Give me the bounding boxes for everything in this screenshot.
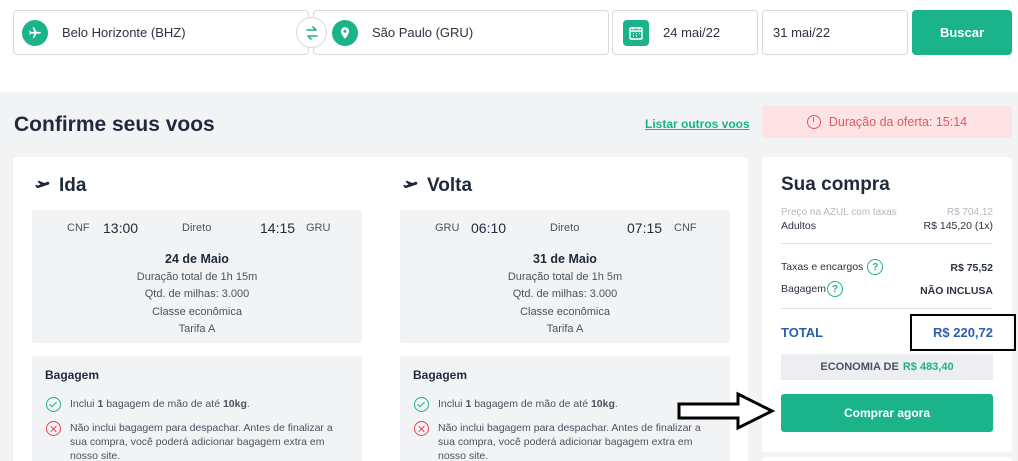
outbound-date: 24 de Maio bbox=[165, 252, 229, 266]
outbound-title: Ida bbox=[33, 175, 86, 197]
inbound-bag-excluded: Não inclui bagagem para despachar. Antes… bbox=[414, 421, 719, 461]
inbound-depart-time: 06:10 bbox=[471, 220, 507, 236]
swap-arrows-icon bbox=[305, 25, 318, 40]
inbound-arrive-time: 07:15 bbox=[627, 220, 663, 236]
x-circle-icon bbox=[414, 421, 429, 436]
economy-label: ECONOMIA DE bbox=[820, 361, 899, 373]
inbound-details: 31 de Maio Duração total de 1h 5m Qtd. d… bbox=[400, 251, 730, 339]
bag-included-text: Inclui 1 bagagem de mão de até 10kg. bbox=[438, 397, 618, 412]
annotation-arrow-icon bbox=[677, 391, 776, 431]
list-other-flights-link[interactable]: Listar outros voos bbox=[645, 117, 750, 131]
page-title: Confirme seus voos bbox=[14, 113, 215, 136]
clock-icon bbox=[806, 115, 821, 129]
timer-text: Duração da oferta: 15:14 bbox=[828, 115, 968, 129]
outbound-baggage-box: Bagagem Inclui 1 bagagem de mão de até 1… bbox=[32, 356, 362, 461]
divider bbox=[781, 308, 993, 309]
adults-label: Adultos bbox=[781, 220, 817, 232]
depart-date-field[interactable]: 24 mai/22 bbox=[612, 10, 758, 55]
outbound-type: Direto bbox=[182, 222, 212, 234]
swap-button[interactable] bbox=[296, 17, 327, 48]
azul-price-value: R$ 704,12 bbox=[946, 207, 993, 218]
origin-value: Belo Horizonte (BHZ) bbox=[62, 25, 186, 40]
taxes-label-text: Taxas e encargos bbox=[781, 260, 864, 273]
outbound-flight-box: CNF 13:00 Direto 14:15 GRU 24 de Maio Du… bbox=[32, 210, 362, 343]
bag-included-weight: 10kg bbox=[590, 398, 615, 410]
economy-value: R$ 483,40 bbox=[902, 361, 954, 373]
inbound-cabin: Classe econômica bbox=[520, 305, 610, 318]
help-icon[interactable]: ? bbox=[826, 281, 843, 297]
outbound-baggage-title: Bagagem bbox=[45, 368, 100, 382]
outbound-from: CNF bbox=[67, 222, 90, 234]
takeoff-icon bbox=[402, 180, 418, 192]
baggage-label-text: Bagagem bbox=[781, 282, 826, 295]
bag-included-pre: Inclui bbox=[438, 398, 466, 410]
origin-field[interactable]: Belo Horizonte (BHZ) bbox=[13, 10, 309, 55]
outbound-to: GRU bbox=[306, 222, 331, 234]
total-value: R$ 220,72 bbox=[910, 314, 1016, 351]
location-pin-icon bbox=[332, 19, 358, 46]
search-bar: Belo Horizonte (BHZ) São Paulo (GRU) 24 … bbox=[0, 0, 1018, 92]
outbound-depart-time: 13:00 bbox=[103, 220, 139, 236]
inbound-miles: Qtd. de milhas: 3.000 bbox=[512, 288, 618, 300]
taxes-value: R$ 75,52 bbox=[950, 262, 993, 274]
bag-included-pre: Inclui bbox=[70, 398, 98, 410]
bag-included-post: . bbox=[614, 398, 618, 410]
bag-included-weight: 10kg bbox=[222, 398, 247, 410]
return-date-value: 31 mai/22 bbox=[773, 25, 831, 40]
inbound-fare: Tarifa A bbox=[546, 323, 584, 335]
bag-included-text: Inclui 1 bagagem de mão de até 10kg. bbox=[70, 397, 250, 412]
outbound-arrive-time: 14:15 bbox=[260, 220, 296, 236]
summary-card-next bbox=[762, 457, 1012, 461]
inbound-duration: Duração total de 1h 5m bbox=[507, 270, 623, 283]
offer-timer: Duração da oferta: 15:14 bbox=[762, 106, 1012, 138]
taxes-label: Taxas e encargos? bbox=[781, 259, 884, 275]
outbound-bag-included: Inclui 1 bagagem de mão de até 10kg. bbox=[46, 397, 346, 412]
check-circle-icon bbox=[414, 397, 429, 412]
inbound-title-text: Volta bbox=[427, 175, 473, 196]
inbound-from: GRU bbox=[435, 222, 460, 234]
total-label: TOTAL bbox=[781, 325, 824, 340]
flights-card: Ida CNF 13:00 Direto 14:15 GRU 24 de Mai… bbox=[13, 157, 748, 461]
baggage-label: Bagagem? bbox=[781, 281, 843, 297]
buy-now-button[interactable]: Comprar agora bbox=[781, 394, 993, 432]
baggage-value: NÃO INCLUSA bbox=[920, 285, 993, 297]
inbound-flight-box: GRU 06:10 Direto 07:15 CNF 31 de Maio Du… bbox=[400, 210, 730, 343]
inbound-route-row: GRU 06:10 Direto 07:15 CNF bbox=[400, 219, 730, 237]
return-date-field[interactable]: 31 mai/22 bbox=[762, 10, 908, 55]
azul-price-label: Preço na AZUL com taxas bbox=[781, 207, 897, 218]
outbound-route-row: CNF 13:00 Direto 14:15 GRU bbox=[32, 219, 362, 237]
inbound-title: Volta bbox=[401, 175, 472, 197]
outbound-title-text: Ida bbox=[59, 175, 87, 196]
bag-included-mid: bagagem de mão de até bbox=[103, 398, 223, 410]
inbound-type: Direto bbox=[550, 222, 580, 234]
check-circle-icon bbox=[46, 397, 61, 412]
airplane-icon bbox=[22, 19, 48, 46]
inbound-date: 31 de Maio bbox=[533, 252, 597, 266]
bag-included-mid: bagagem de mão de até bbox=[471, 398, 591, 410]
calendar-icon bbox=[623, 19, 649, 46]
divider bbox=[781, 243, 993, 244]
destination-value: São Paulo (GRU) bbox=[372, 25, 474, 40]
inbound-baggage-title: Bagagem bbox=[413, 368, 468, 382]
destination-field[interactable]: São Paulo (GRU) bbox=[313, 10, 609, 55]
outbound-cabin: Classe econômica bbox=[152, 305, 242, 318]
search-button[interactable]: Buscar bbox=[912, 10, 1012, 55]
outbound-duration: Duração total de 1h 15m bbox=[136, 270, 258, 283]
x-circle-icon bbox=[46, 421, 61, 436]
inbound-bag-included: Inclui 1 bagagem de mão de até 10kg. bbox=[414, 397, 714, 412]
outbound-miles: Qtd. de milhas: 3.000 bbox=[144, 288, 250, 300]
outbound-details: 24 de Maio Duração total de 1h 15m Qtd. … bbox=[32, 251, 362, 339]
economy-badge: ECONOMIA DE R$ 483,40 bbox=[781, 354, 993, 380]
bag-excluded-text: Não inclui bagagem para despachar. Antes… bbox=[70, 422, 333, 461]
inbound-to: CNF bbox=[674, 222, 697, 234]
bag-included-post: . bbox=[246, 398, 250, 410]
takeoff-icon bbox=[34, 180, 50, 192]
outbound-bag-excluded: Não inclui bagagem para despachar. Antes… bbox=[46, 421, 351, 461]
summary-title: Sua compra bbox=[781, 174, 890, 195]
outbound-fare: Tarifa A bbox=[178, 323, 216, 335]
help-icon[interactable]: ? bbox=[867, 259, 884, 275]
depart-date-value: 24 mai/22 bbox=[663, 25, 721, 40]
adults-value: R$ 145,20 (1x) bbox=[923, 220, 993, 232]
